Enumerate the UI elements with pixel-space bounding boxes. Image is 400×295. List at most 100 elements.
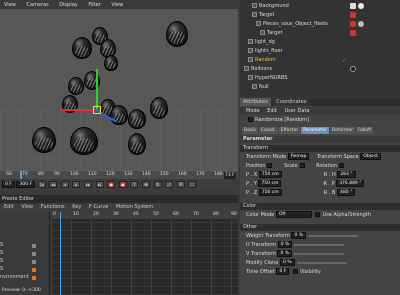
rotate-key-icon[interactable]: ↻: [153, 181, 162, 188]
object-row[interactable]: Balloons: [240, 65, 400, 73]
object-icon: [252, 12, 257, 17]
object-row[interactable]: lights_floor: [240, 47, 400, 55]
track-label[interactable]: nvironment: [0, 274, 29, 280]
subtab-coord[interactable]: Coord.: [258, 127, 278, 134]
weight-field[interactable]: 0 %: [291, 232, 307, 239]
subtab-parameter[interactable]: Parameter: [301, 127, 329, 134]
presto-playhead[interactable]: [60, 212, 61, 295]
gizmo-center[interactable]: [93, 106, 101, 114]
transform-mode-select[interactable]: Remap: [287, 153, 310, 160]
menu-filter[interactable]: Filter: [88, 1, 100, 9]
material-tag-icon[interactable]: [350, 66, 356, 72]
param-key-icon[interactable]: P: [176, 181, 185, 188]
presto-timeline-grid[interactable]: 0 10 20 30 40 50 60 70 80 90: [51, 212, 238, 295]
presto-menu-motion-system[interactable]: Motion System: [116, 204, 153, 210]
use-alpha-checkbox[interactable]: [315, 212, 321, 217]
object-row[interactable]: Target: [240, 29, 400, 37]
go-end-icon[interactable]: ▸|: [95, 181, 104, 188]
u-slider[interactable]: [294, 243, 345, 246]
pos-z-field[interactable]: 750 cm: [258, 189, 282, 196]
menu-edit[interactable]: Edit: [267, 108, 277, 114]
next-frame-icon[interactable]: ▸▸: [84, 181, 93, 188]
rot-b-field[interactable]: 480 °: [336, 189, 356, 196]
tab-coordinates[interactable]: Coordinates: [273, 98, 310, 106]
3d-viewport[interactable]: [0, 9, 238, 171]
end-frame-field[interactable]: 300 F: [16, 181, 36, 188]
object-row[interactable]: Background: [240, 2, 400, 10]
presto-menu-key[interactable]: Key: [72, 204, 81, 210]
v-field[interactable]: 0 %: [277, 250, 293, 257]
presto-menu-fcurve[interactable]: F-Curve: [89, 204, 108, 210]
u-field[interactable]: 0 %: [277, 241, 293, 248]
subtab-basic[interactable]: Basic: [242, 127, 258, 134]
color-mode-select[interactable]: Off: [275, 211, 312, 218]
autokey-icon[interactable]: ●: [118, 181, 127, 188]
presto-menu-functions[interactable]: Functions: [41, 204, 65, 210]
material-tag-icon[interactable]: [358, 3, 364, 9]
section-transform[interactable]: Transform: [240, 145, 400, 152]
go-start-icon[interactable]: |◂: [37, 181, 46, 188]
visibility-checkbox[interactable]: [292, 269, 298, 274]
rot-h-field[interactable]: 283 °: [337, 171, 356, 178]
pos-y-field[interactable]: 750 cm: [258, 180, 282, 187]
object-row[interactable]: light_dg: [240, 38, 400, 46]
point-key-icon[interactable]: ∷: [188, 181, 197, 188]
gizmo-y-axis[interactable]: [96, 69, 98, 109]
section-other[interactable]: Other: [240, 224, 400, 231]
transform-space-select[interactable]: Object: [360, 153, 381, 160]
tab-attributes[interactable]: Attributes: [240, 98, 271, 106]
track-label[interactable]: S: [0, 242, 3, 248]
material-tag-icon[interactable]: [350, 3, 356, 9]
object-row[interactable]: Pieces_sous_Object_fleets: [240, 20, 400, 28]
menu-view[interactable]: View: [4, 1, 16, 9]
start-frame-field[interactable]: 0 F: [2, 181, 15, 188]
material-tag-icon[interactable]: [358, 21, 364, 27]
rotation-checkbox[interactable]: [339, 163, 345, 168]
track-label[interactable]: S: [0, 250, 3, 256]
section-color[interactable]: Color: [240, 203, 400, 210]
check-icon[interactable]: ✓: [342, 57, 348, 64]
scale-checkbox[interactable]: [299, 163, 305, 168]
menu-display[interactable]: Display: [59, 1, 77, 9]
balloon: [32, 127, 56, 153]
material-tag-icon[interactable]: [350, 12, 356, 18]
play-icon[interactable]: ▸: [72, 181, 81, 188]
key-icon[interactable]: ?: [130, 181, 139, 188]
timeline-ruler[interactable]: 60 70 80 90 100 110 120 130 140 150 160 …: [0, 171, 238, 179]
rot-p-field[interactable]: 376.889 °: [336, 180, 365, 187]
current-frame-field[interactable]: 73 F: [224, 172, 236, 179]
object-row[interactable]: Null: [240, 83, 400, 91]
modify-slider[interactable]: [296, 261, 347, 264]
modify-field[interactable]: 0 %: [279, 259, 295, 266]
weight-slider[interactable]: [308, 234, 359, 237]
menu-view-2[interactable]: View: [111, 1, 123, 9]
object-row[interactable]: HyperNURBS: [240, 74, 400, 82]
menu-cameras[interactable]: Cameras: [26, 1, 48, 9]
presto-menu-view[interactable]: View: [21, 204, 33, 210]
object-label: lights_floor: [255, 48, 283, 54]
track-label[interactable]: S: [0, 258, 3, 264]
playhead[interactable]: [20, 171, 22, 179]
subtab-effector[interactable]: Effector: [278, 127, 301, 134]
time-field[interactable]: 0 F: [276, 268, 290, 275]
object-label: HyperNURBS: [255, 75, 288, 81]
menu-user-data[interactable]: User Data: [285, 108, 310, 114]
subtab-falloff[interactable]: Falloff: [355, 127, 374, 134]
presto-menu-edit[interactable]: Edit: [4, 204, 14, 210]
v-slider[interactable]: [294, 252, 345, 255]
material-tag-icon[interactable]: [350, 21, 356, 27]
record-icon[interactable]: ●: [107, 181, 116, 188]
subtab-deformer[interactable]: Deformer: [329, 127, 355, 134]
material-tag-icon[interactable]: [350, 30, 356, 36]
move-key-icon[interactable]: ✥: [142, 181, 151, 188]
position-checkbox[interactable]: [267, 163, 273, 168]
track-label[interactable]: S: [0, 266, 3, 272]
prev-key-icon[interactable]: ◂◂: [49, 181, 58, 188]
object-label: Random: [255, 57, 276, 63]
prev-frame-icon[interactable]: ◂: [60, 181, 69, 188]
pos-x-field[interactable]: 750 cm: [258, 171, 282, 178]
scale-key-icon[interactable]: ⤢: [165, 181, 174, 188]
menu-mode[interactable]: Mode: [246, 108, 260, 114]
object-row-selected[interactable]: Random: [240, 56, 400, 64]
object-row[interactable]: Target: [240, 11, 400, 19]
